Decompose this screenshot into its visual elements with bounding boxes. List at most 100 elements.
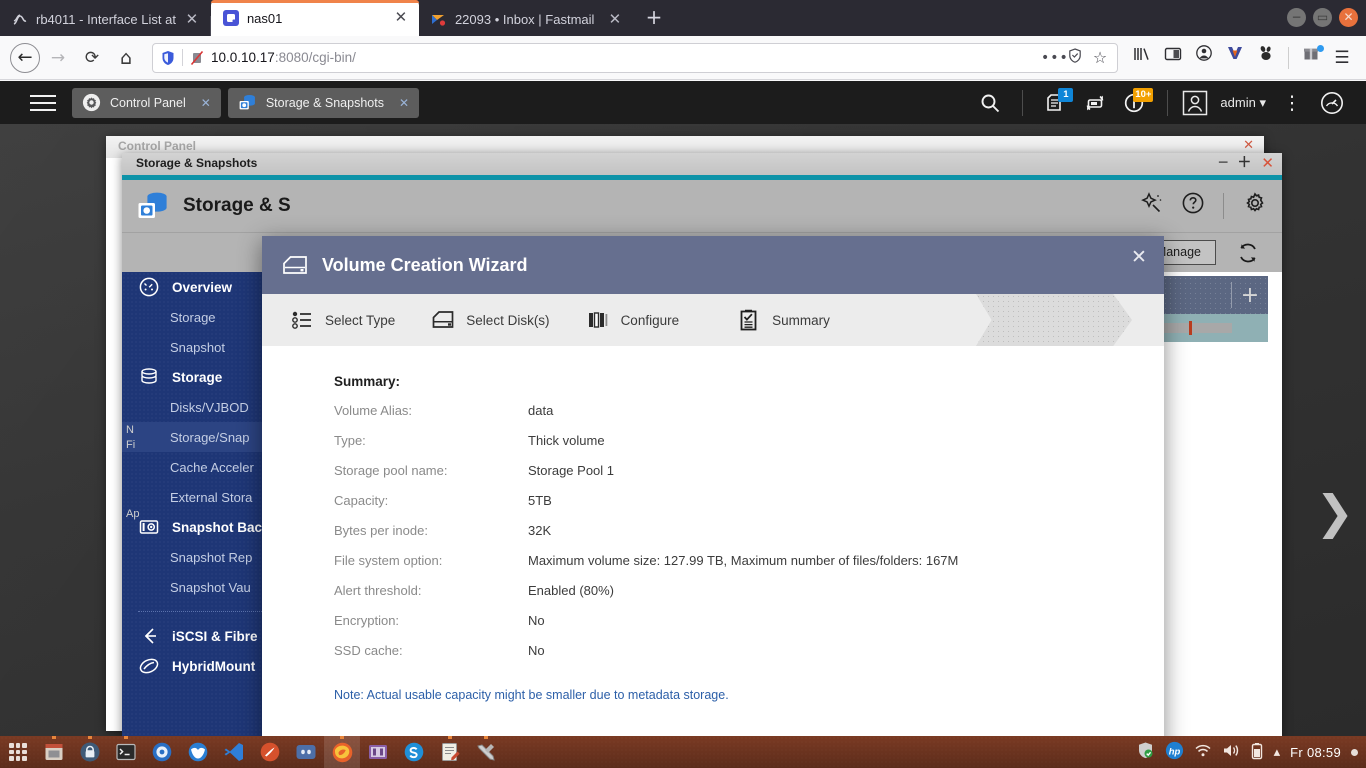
mikrotik-icon <box>12 12 28 28</box>
wifi-icon[interactable] <box>1194 743 1212 761</box>
vscode-icon[interactable] <box>216 736 252 768</box>
maximize-button[interactable]: ▭ <box>1313 8 1332 27</box>
rhythmbox-icon[interactable] <box>252 736 288 768</box>
security-shield-icon[interactable] <box>1136 741 1155 763</box>
files-icon[interactable] <box>36 736 72 768</box>
home-button[interactable]: ⌂ <box>110 42 142 74</box>
browser-tab-title: nas01 <box>246 10 283 26</box>
summary-row: Capacity: 5TB <box>334 493 1128 523</box>
library-icon[interactable] <box>1128 44 1156 72</box>
select-disks-icon <box>431 308 455 332</box>
close-icon[interactable]: ✕ <box>1243 138 1254 153</box>
tools-icon[interactable] <box>468 736 504 768</box>
gnome-shell-extension-icon[interactable] <box>1252 44 1280 72</box>
volume-icon[interactable] <box>1222 743 1240 761</box>
wizard-step-configure[interactable]: Configure <box>586 294 716 346</box>
new-tab-button[interactable]: + <box>639 3 669 33</box>
gear-icon <box>82 93 101 112</box>
app-grid-icon[interactable] <box>0 736 36 768</box>
taskbar-apps <box>36 736 504 768</box>
url-bar[interactable]: 10.0.10.17:8080/cgi-bin/ ••• ☆ <box>152 42 1118 73</box>
vimium-extension-icon[interactable] <box>1221 44 1249 72</box>
back-button[interactable]: ← <box>10 42 40 73</box>
system-tray: hp ▴ Fr 08:59 <box>1136 741 1358 763</box>
thunderbird-icon[interactable] <box>180 736 216 768</box>
storage-window-buttons: ─ ＋ ✕ <box>1219 154 1274 172</box>
remmina-icon[interactable] <box>360 736 396 768</box>
wizard-step-summary[interactable]: Summary <box>715 294 870 346</box>
app-tab-control-panel[interactable]: Control Panel ✕ <box>72 87 221 118</box>
wizard-wand-icon[interactable] <box>1139 191 1163 221</box>
discord-icon[interactable] <box>288 736 324 768</box>
hp-support-icon[interactable]: hp <box>1165 741 1184 763</box>
minimize-button[interactable]: − <box>1287 8 1306 27</box>
minimize-icon[interactable]: ─ <box>1219 154 1227 172</box>
main-menu-icon[interactable] <box>30 94 56 112</box>
reader-shield-icon[interactable] <box>1066 48 1084 67</box>
card-divider <box>1231 282 1232 308</box>
app-menu-icon[interactable]: ☰ <box>1328 44 1356 72</box>
wizard-step-select-disks[interactable]: Select Disk(s) <box>431 294 585 346</box>
battery-icon[interactable] <box>1250 742 1264 763</box>
wizard-step-label: Summary <box>772 312 830 328</box>
show-hidden-icon[interactable]: ▴ <box>1274 745 1281 760</box>
close-icon[interactable]: ✕ <box>201 96 211 110</box>
wizard-step-select-type[interactable]: Select Type <box>290 294 431 346</box>
sidebar-icon[interactable] <box>1159 44 1187 72</box>
summary-key: Bytes per inode: <box>334 523 428 538</box>
browser-tab-title: 22093 • Inbox | Fastmail <box>454 12 595 27</box>
keepassxc-icon[interactable] <box>72 736 108 768</box>
background-tasks-icon[interactable]: 1 <box>1035 81 1075 124</box>
terminal-icon[interactable] <box>108 736 144 768</box>
external-device-icon[interactable] <box>1075 81 1115 124</box>
forward-button[interactable]: → <box>42 42 74 74</box>
skype-icon[interactable] <box>396 736 432 768</box>
help-icon[interactable] <box>1181 191 1205 221</box>
settings-gear-icon[interactable] <box>1242 190 1268 222</box>
account-icon[interactable] <box>1190 44 1218 72</box>
close-icon[interactable]: ✕ <box>184 11 200 28</box>
permissions-crossed-icon[interactable] <box>190 50 204 66</box>
extensions-gift-icon[interactable] <box>1297 44 1325 72</box>
capacity-bar <box>1158 323 1232 333</box>
user-menu[interactable]: admin ▾ <box>1220 95 1266 111</box>
close-icon[interactable]: ✕ <box>399 96 409 110</box>
summary-row: File system option: Maximum volume size:… <box>334 553 1128 583</box>
reload-button[interactable]: ⟳ <box>76 42 108 74</box>
avatar[interactable] <box>1180 81 1210 124</box>
refresh-icon[interactable] <box>1236 241 1260 270</box>
sidebar-item-label: Snapshot <box>170 339 225 355</box>
summary-row: Type: Thick volume <box>334 433 1128 463</box>
close-icon[interactable]: ✕ <box>1126 244 1152 270</box>
page-actions-icon[interactable]: ••• <box>1041 50 1068 66</box>
url-text[interactable]: 10.0.10.17:8080/cgi-bin/ <box>211 50 1034 65</box>
summary-value: No <box>528 613 545 628</box>
capacity-threshold-marker <box>1189 321 1192 335</box>
sidebar-item-label: Snapshot Bac <box>172 519 263 535</box>
notifications-info-icon[interactable]: 10+ <box>1115 81 1155 124</box>
app-tab-storage-snapshots[interactable]: Storage & Snapshots ✕ <box>227 87 420 118</box>
taskbar-clock[interactable]: Fr 08:59 <box>1290 745 1341 760</box>
browser-tab[interactable]: 22093 • Inbox | Fastmail ✕ <box>419 3 633 36</box>
bookmark-star-icon[interactable]: ☆ <box>1091 48 1109 67</box>
add-volume-row[interactable]: + <box>1148 276 1268 314</box>
text-editor-icon[interactable] <box>432 736 468 768</box>
browser-tab[interactable]: rb4011 - Interface List at ✕ <box>0 3 210 36</box>
toolbar-divider <box>1288 46 1289 69</box>
search-icon[interactable] <box>970 81 1010 124</box>
close-icon[interactable]: ✕ <box>607 11 623 28</box>
storage-window-titlebar[interactable]: Storage & Snapshots ─ ＋ ✕ <box>122 153 1282 175</box>
add-icon[interactable]: + <box>1232 283 1268 308</box>
shield-icon[interactable] <box>161 50 175 66</box>
qts-next-arrow-icon[interactable]: ❯ <box>1315 489 1354 535</box>
close-icon[interactable]: ✕ <box>1261 154 1274 172</box>
settings-icon[interactable] <box>144 736 180 768</box>
dashboard-icon[interactable] <box>1312 81 1352 124</box>
more-options-icon[interactable]: ⋮ <box>1272 81 1312 124</box>
close-button[interactable]: ✕ <box>1339 8 1358 27</box>
firefox-icon[interactable] <box>324 736 360 768</box>
close-icon[interactable]: ✕ <box>393 10 409 26</box>
browser-tab[interactable]: nas01 ✕ <box>210 0 419 36</box>
summary-key: Type: <box>334 433 366 448</box>
maximize-icon[interactable]: ＋ <box>1237 154 1251 172</box>
